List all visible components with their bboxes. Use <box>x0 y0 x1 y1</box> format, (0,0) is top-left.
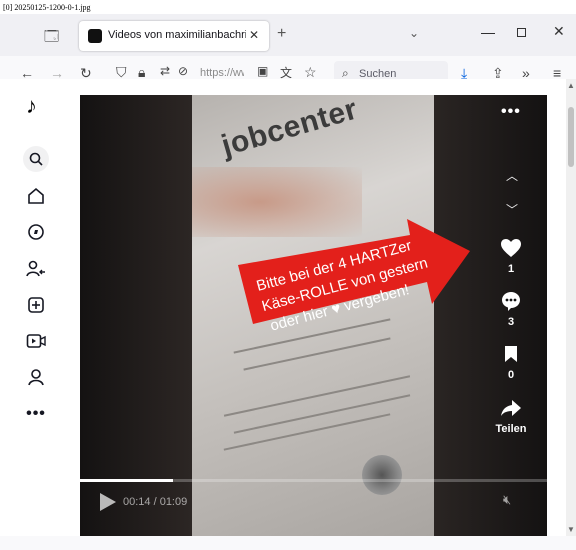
video-progress-fill <box>80 479 174 482</box>
bookmark-count: 0 <box>507 369 515 381</box>
window-close-icon[interactable]: ✕ <box>553 23 565 40</box>
heart-icon <box>493 235 529 261</box>
comment-button[interactable]: 3 <box>493 288 529 328</box>
explore-compass-icon[interactable] <box>23 219 49 245</box>
home-icon[interactable] <box>23 183 49 209</box>
tiktok-favicon-icon <box>88 29 102 43</box>
share-button[interactable]: Teilen <box>489 395 533 435</box>
video-time: 00:14 / 01:09 <box>123 496 188 508</box>
like-button[interactable]: 1 <box>493 235 529 275</box>
comment-count: 3 <box>507 316 515 328</box>
share-label: Teilen <box>495 423 527 435</box>
previous-video-icon[interactable]: ︿ <box>502 167 522 187</box>
scroll-up-icon[interactable]: ▲ <box>567 81 575 90</box>
share-arrow-icon <box>489 395 533 421</box>
tab-list-icon[interactable]: 🗔 <box>44 26 68 46</box>
tab-bar: 🗔 Videos von maximilianbachring ✕ + ⌄ — … <box>0 14 576 56</box>
chevron-down-icon[interactable]: ⌄ <box>409 26 419 40</box>
mute-icon[interactable]: 🔇︎ <box>503 492 511 508</box>
tracking-off-icon[interactable]: ⊘ <box>178 64 188 78</box>
permissions-icon[interactable]: ⇄ <box>160 64 170 78</box>
reader-view-icon[interactable]: ▣ <box>257 64 268 78</box>
close-tab-icon[interactable]: ✕ <box>249 28 259 42</box>
image-caption: [0] 20250125-1200-0-1.jpg <box>3 3 91 12</box>
upload-plus-icon[interactable] <box>23 292 49 318</box>
url-text[interactable]: https://ww <box>200 67 244 79</box>
play-icon[interactable] <box>100 493 116 511</box>
following-icon[interactable] <box>23 256 49 282</box>
video-player[interactable]: jobcenter Bitte bei der 4 HARTZer Käse-R… <box>80 95 547 536</box>
scrollbar-thumb[interactable] <box>568 107 574 167</box>
live-icon[interactable] <box>23 328 49 354</box>
like-count: 1 <box>507 263 515 275</box>
comment-icon <box>493 288 529 314</box>
video-progress-bar[interactable] <box>80 479 547 482</box>
bookmark-button[interactable]: 0 <box>493 341 529 381</box>
overlay-banner: Bitte bei der 4 HARTZer Käse-ROLLE von g… <box>238 219 470 335</box>
more-dots-icon[interactable]: ••• <box>23 401 49 427</box>
maximize-icon[interactable] <box>517 28 526 37</box>
scroll-down-icon[interactable]: ▼ <box>567 525 575 534</box>
tab-title: Videos von maximilianbachring <box>108 29 246 41</box>
tiktok-logo-icon[interactable]: ♪ <box>26 93 37 119</box>
sidebar-search-icon[interactable] <box>23 146 49 172</box>
page-scrollbar[interactable]: ▲ ▼ <box>566 79 576 536</box>
more-options-icon[interactable]: ••• <box>501 103 521 121</box>
minimize-icon[interactable]: — <box>481 24 495 40</box>
next-video-icon[interactable]: ﹀ <box>502 201 522 221</box>
profile-icon[interactable] <box>23 364 49 390</box>
page-content: ♪ ••• jobcenter Bitte bei der 4 HARTZer … <box>0 79 566 536</box>
new-tab-icon[interactable]: + <box>277 25 286 43</box>
bookmark-icon <box>493 341 529 367</box>
tab-tiktok[interactable]: Videos von maximilianbachring ✕ <box>79 21 269 51</box>
